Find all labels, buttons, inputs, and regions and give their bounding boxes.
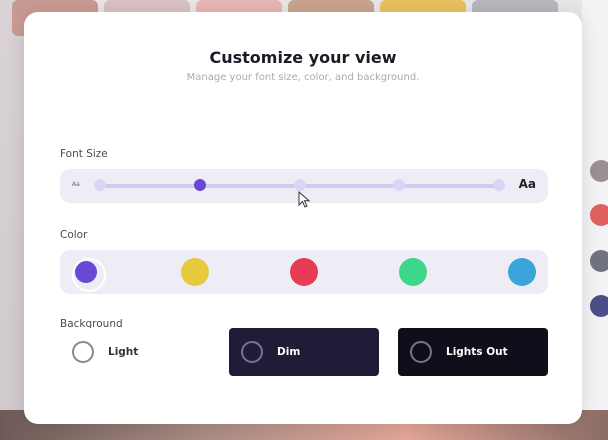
radio-icon	[241, 341, 263, 363]
font-size-large-sample: Aa	[518, 177, 536, 191]
font-size-step[interactable]	[293, 179, 306, 191]
color-swatch[interactable]	[508, 258, 536, 286]
font-size-step[interactable]	[393, 179, 406, 191]
color-swatch[interactable]	[72, 258, 106, 292]
dialog-title: Customize your view	[209, 48, 397, 67]
font-size-small-sample: Aa	[72, 181, 80, 188]
background-option-label: Lights Out	[446, 346, 508, 358]
radio-icon	[410, 341, 432, 363]
avatar	[590, 295, 608, 317]
font-size-label: Font Size	[60, 148, 108, 160]
radio-icon	[72, 341, 94, 363]
color-swatch[interactable]	[290, 258, 318, 286]
background-option-label: Dim	[277, 346, 301, 358]
color-swatch[interactable]	[181, 258, 209, 286]
avatar	[590, 204, 608, 226]
dialog-subtitle: Manage your font size, color, and backgr…	[186, 72, 420, 83]
avatar	[590, 250, 608, 272]
font-size-step[interactable]	[193, 179, 206, 191]
font-size-step[interactable]	[493, 179, 505, 191]
background-option-light[interactable]: Light	[60, 328, 220, 376]
background-option-dim[interactable]: Dim	[229, 328, 379, 376]
background-option-label: Light	[108, 346, 139, 358]
avatar	[590, 160, 608, 182]
background-right-panel	[582, 0, 608, 440]
color-swatch[interactable]	[399, 258, 427, 286]
color-picker	[60, 250, 548, 294]
mouse-cursor-icon	[298, 191, 311, 208]
background-option-lights-out[interactable]: Lights Out	[398, 328, 548, 376]
background-left-panel	[0, 0, 24, 440]
font-size-step[interactable]	[94, 179, 106, 191]
color-label: Color	[60, 229, 88, 241]
